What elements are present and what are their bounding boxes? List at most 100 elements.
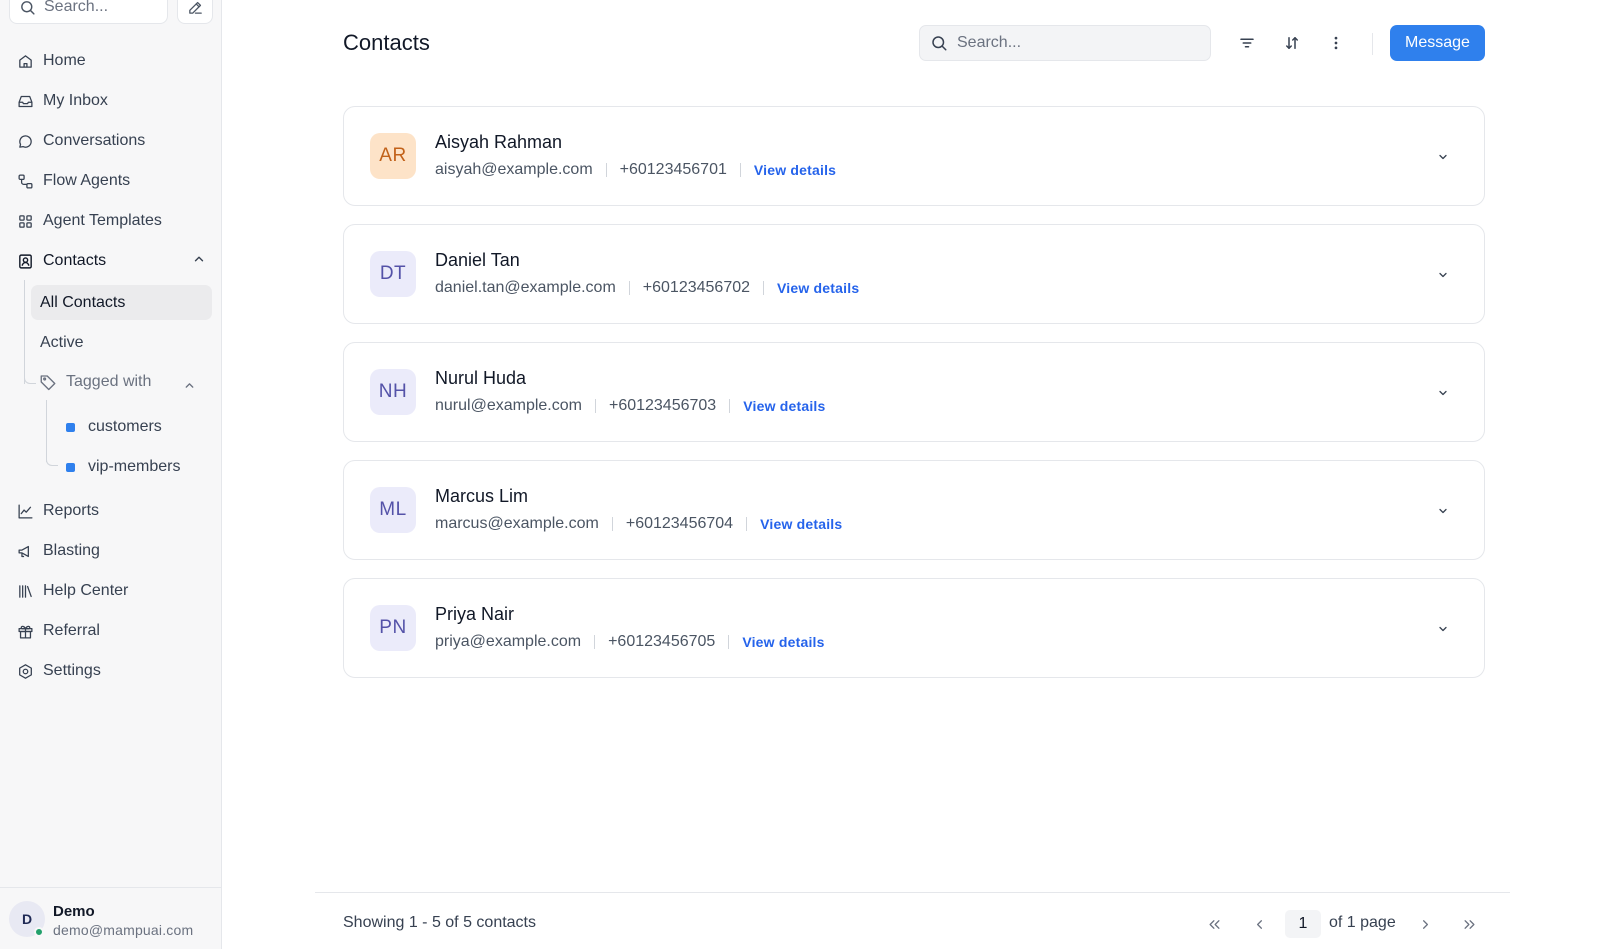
tag-item-customers[interactable]: customers: [66, 418, 162, 436]
contact-meta: nurul@example.com +60123456703 View deta…: [435, 397, 826, 415]
meta-separator: [739, 163, 741, 177]
view-details-link[interactable]: View details: [777, 280, 859, 296]
view-details-link[interactable]: View details: [760, 516, 842, 532]
contact-meta: priya@example.com +60123456705 View deta…: [435, 633, 825, 651]
nav-help-center[interactable]: Help Center: [16, 579, 128, 603]
view-details-link[interactable]: View details: [754, 162, 836, 178]
nav-conversations[interactable]: Conversations: [16, 129, 145, 153]
view-details-link[interactable]: View details: [743, 398, 825, 414]
footer-divider: [315, 892, 1510, 893]
nav-label: My Inbox: [43, 92, 108, 109]
search-icon: [19, 0, 36, 16]
online-status-dot: [34, 927, 44, 937]
meta-separator: [746, 517, 748, 531]
sidebar-item-active[interactable]: Active: [31, 325, 212, 360]
contact-name: Priya Nair: [435, 604, 515, 624]
view-details-link[interactable]: View details: [742, 634, 824, 650]
contact-phone: +60123456705: [608, 633, 716, 650]
pencil-icon: [187, 0, 204, 16]
nav-label: Settings: [43, 662, 101, 679]
chart-line-icon: [16, 502, 34, 520]
first-page-button[interactable]: [1203, 913, 1225, 935]
contact-meta: aisyah@example.com +60123456701 View det…: [435, 161, 836, 179]
more-vertical-icon: [1327, 34, 1345, 52]
chevron-down-icon[interactable]: [1437, 623, 1449, 635]
contact-card[interactable]: PN Priya Nair priya@example.com +6012345…: [343, 578, 1485, 678]
user-email: demo@mampuai.com: [53, 922, 194, 938]
chevron-right-icon: [1418, 917, 1433, 932]
contact-card[interactable]: ML Marcus Lim marcus@example.com +601234…: [343, 460, 1485, 560]
search-icon: [930, 34, 948, 52]
contacts-search[interactable]: [919, 25, 1211, 61]
tagged-with-label: Tagged with: [66, 373, 152, 390]
nav-label: Flow Agents: [43, 172, 131, 189]
last-page-button[interactable]: [1458, 913, 1480, 935]
message-button[interactable]: Message: [1390, 25, 1485, 61]
current-page-number[interactable]: 1: [1285, 910, 1321, 938]
page-title: Contacts: [343, 30, 430, 55]
nav-flow-agents[interactable]: Flow Agents: [16, 169, 130, 193]
avatar: ML: [370, 487, 416, 533]
search-input[interactable]: [957, 34, 1187, 52]
more-options-button[interactable]: [1324, 31, 1348, 55]
contact-card[interactable]: NH Nurul Huda nurul@example.com +6012345…: [343, 342, 1485, 442]
library-icon: [16, 582, 34, 600]
results-count: Showing 1 - 5 of 5 contacts: [343, 914, 536, 931]
contact-email: daniel.tan@example.com: [435, 279, 616, 296]
nav-contacts[interactable]: Contacts: [16, 249, 106, 273]
contact-phone: +60123456703: [608, 397, 717, 414]
filter-button[interactable]: [1235, 31, 1259, 55]
sidebar-item-all-contacts[interactable]: All Contacts: [31, 285, 212, 320]
nav-home[interactable]: Home: [16, 49, 86, 73]
sort-button[interactable]: [1280, 31, 1304, 55]
sub-item-label: Active: [40, 333, 84, 351]
toolbar-divider: [1372, 33, 1373, 55]
tag-color-dot: [66, 422, 75, 432]
nav-settings[interactable]: Settings: [16, 659, 101, 683]
chevrons-left-icon: [1207, 917, 1222, 932]
sub-item-label: All Contacts: [40, 293, 126, 311]
total-pages-label: of 1 page: [1329, 914, 1396, 931]
meta-separator: [611, 517, 613, 531]
nav-label: Help Center: [43, 582, 129, 599]
contact-phone: +60123456704: [625, 515, 734, 532]
tag-label: vip-members: [88, 458, 181, 475]
sidebar: Search... Home My Inbox Conversations Fl…: [0, 0, 222, 949]
contact-card[interactable]: AR Aisyah Rahman aisyah@example.com +601…: [343, 106, 1485, 206]
nav-label: Contacts: [43, 252, 107, 269]
contact-card-icon: [16, 252, 34, 270]
chevron-down-icon[interactable]: [1437, 151, 1449, 163]
contact-name: Nurul Huda: [435, 368, 527, 388]
tag-item-vip-members[interactable]: vip-members: [66, 458, 180, 476]
nav-blasting[interactable]: Blasting: [16, 539, 100, 563]
tag-color-dot: [66, 462, 75, 472]
gear-icon: [16, 662, 34, 680]
user-profile[interactable]: D Demo demo@mampuai.com: [0, 887, 222, 949]
nav-agent-templates[interactable]: Agent Templates: [16, 209, 162, 233]
contact-email: aisyah@example.com: [435, 161, 593, 178]
chevron-up-icon[interactable]: [183, 379, 196, 392]
tree-curve: [24, 370, 36, 384]
compose-button[interactable]: [177, 0, 213, 24]
next-page-button[interactable]: [1414, 913, 1436, 935]
nav-reports[interactable]: Reports: [16, 499, 99, 523]
avatar: AR: [370, 133, 416, 179]
previous-page-button[interactable]: [1248, 913, 1270, 935]
chevron-down-icon[interactable]: [1437, 269, 1449, 281]
contact-name: Marcus Lim: [435, 486, 529, 506]
chat-bubble-icon: [16, 132, 34, 150]
avatar: NH: [370, 369, 416, 415]
tagged-with-toggle[interactable]: Tagged with: [39, 373, 151, 391]
nav-referral[interactable]: Referral: [16, 619, 100, 643]
chevron-down-icon[interactable]: [1437, 505, 1449, 517]
sidebar-search[interactable]: Search...: [9, 0, 168, 24]
nav-my-inbox[interactable]: My Inbox: [16, 89, 108, 113]
chevron-left-icon: [1252, 917, 1267, 932]
chevrons-right-icon: [1462, 917, 1477, 932]
chevron-up-icon[interactable]: [192, 252, 206, 266]
contact-card[interactable]: DT Daniel Tan daniel.tan@example.com +60…: [343, 224, 1485, 324]
chevron-down-icon[interactable]: [1437, 387, 1449, 399]
sidebar-search-placeholder: Search...: [44, 0, 109, 15]
inbox-icon: [16, 92, 34, 110]
nav-label: Agent Templates: [43, 212, 162, 229]
